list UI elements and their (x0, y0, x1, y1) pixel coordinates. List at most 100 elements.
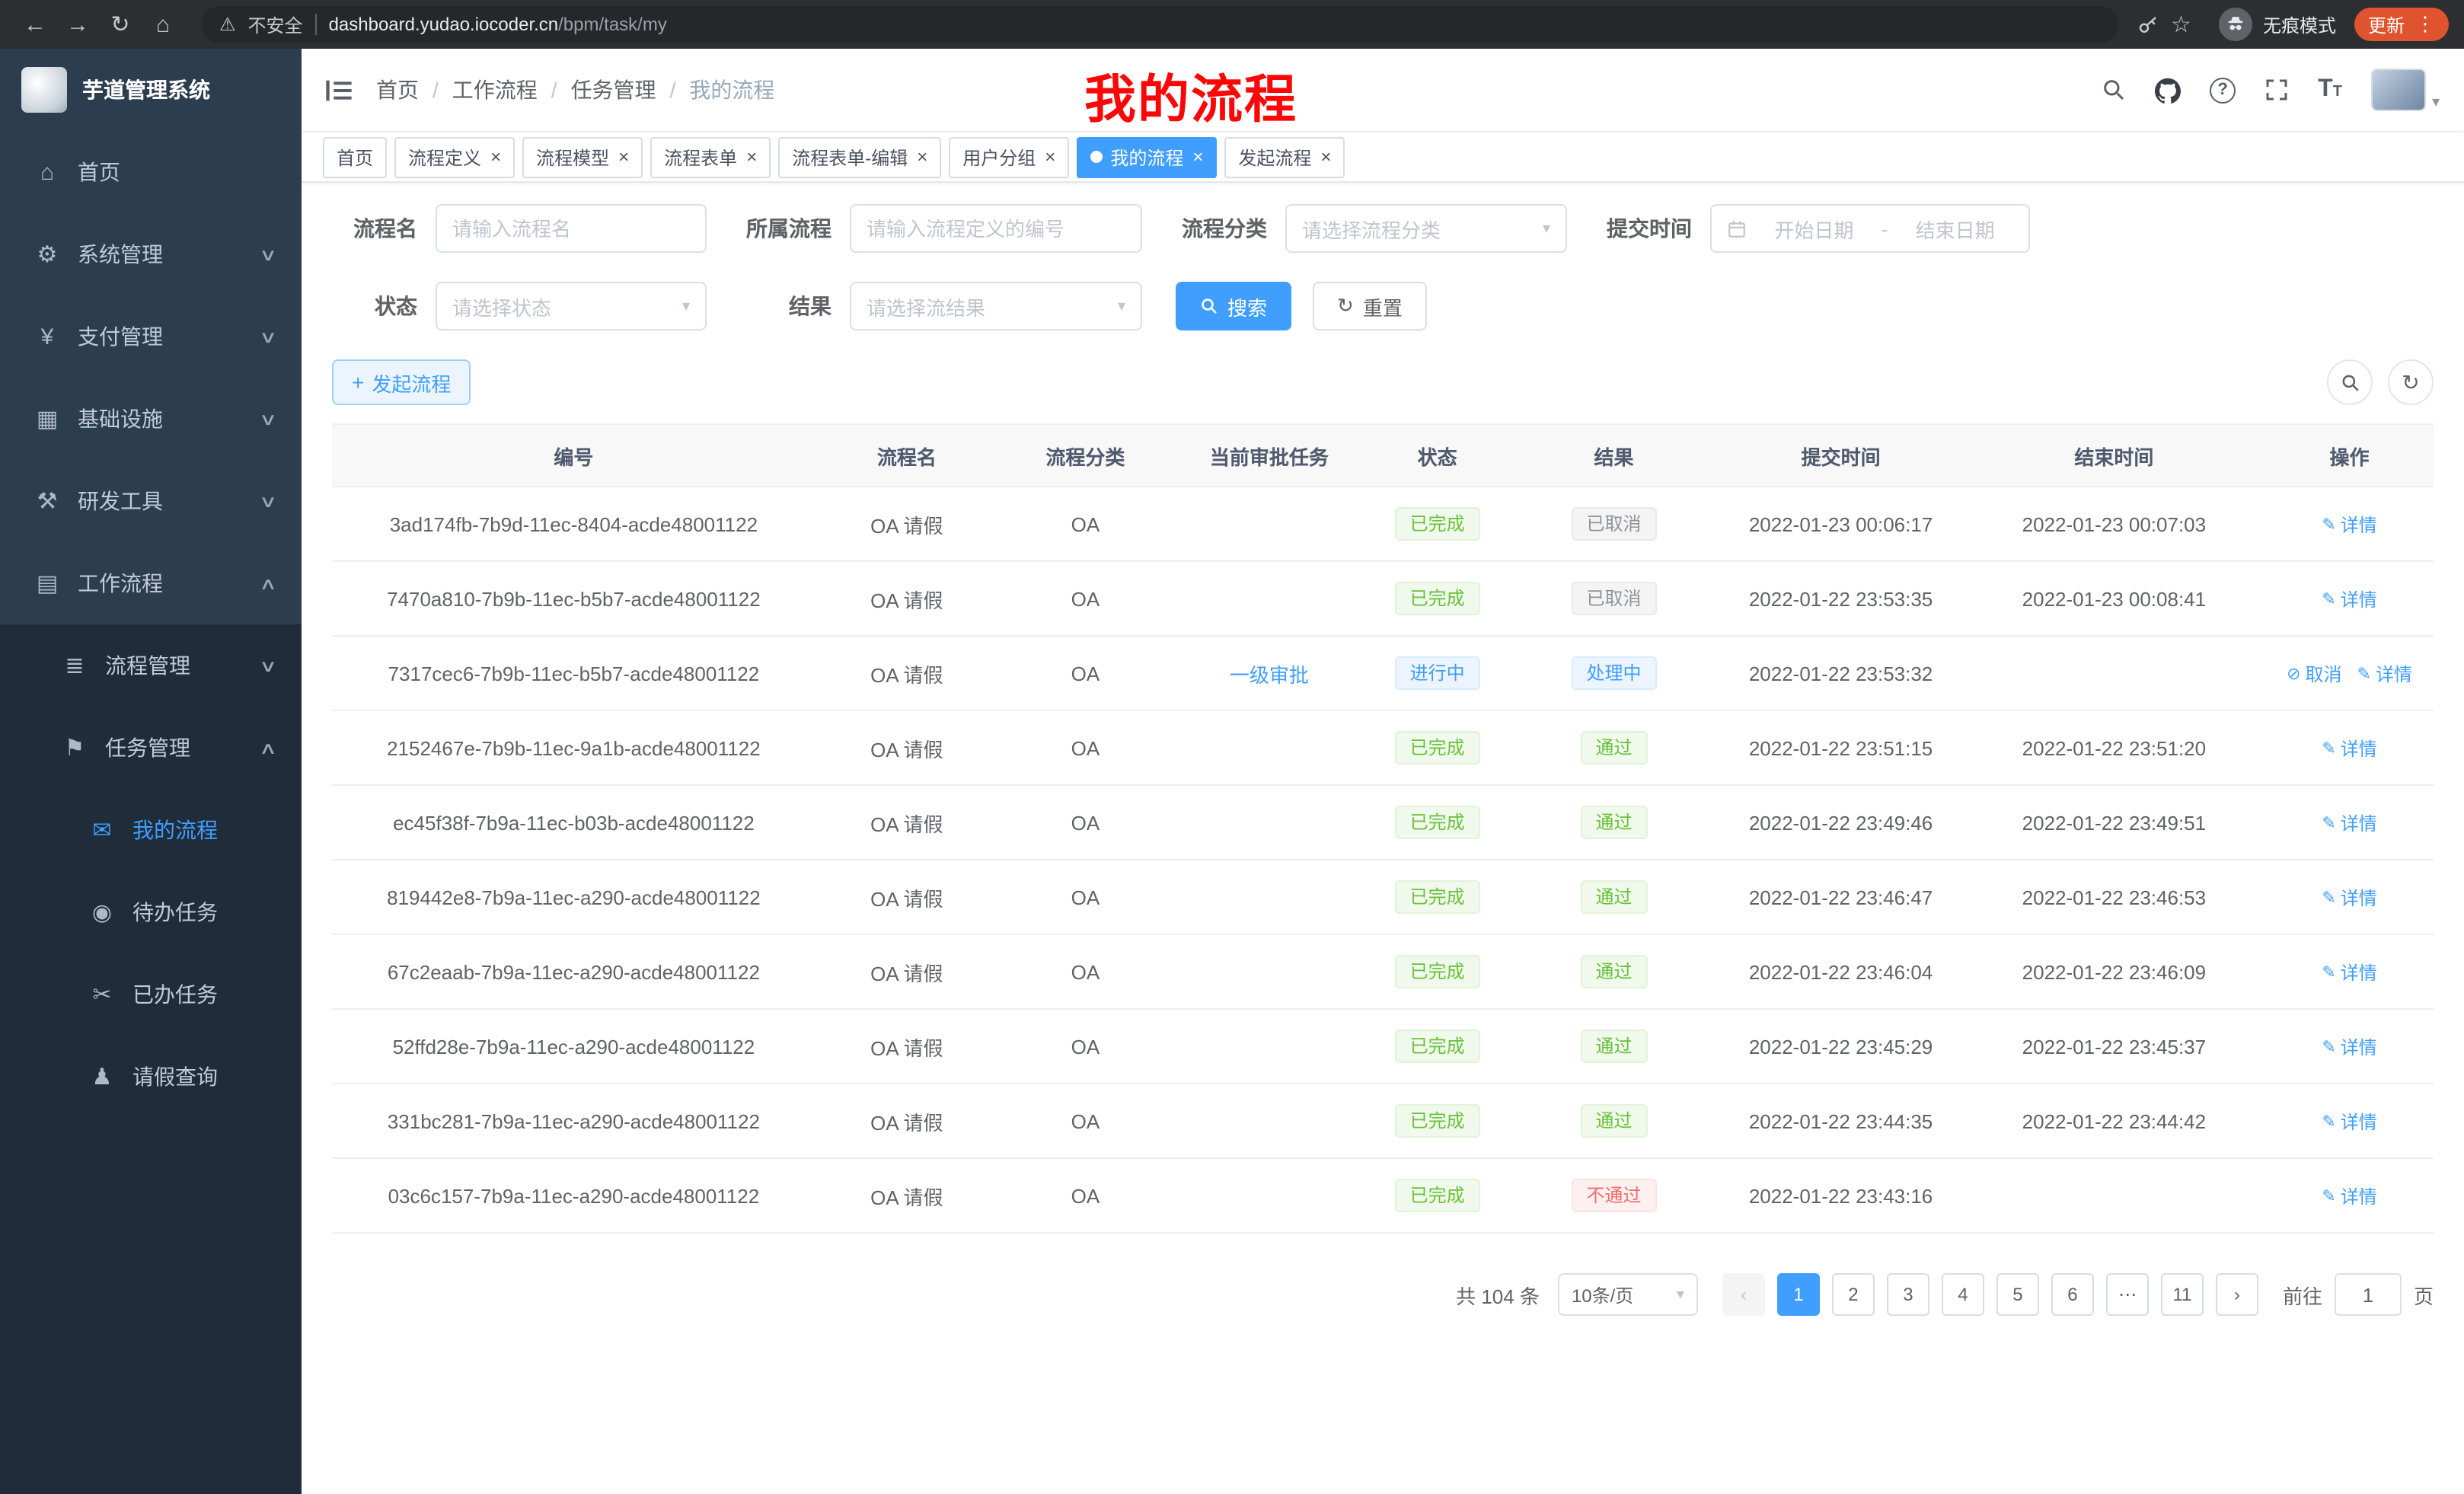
result-badge: 处理中 (1571, 656, 1656, 690)
reset-button[interactable]: ↻ 重置 (1313, 282, 1427, 330)
detail-button[interactable]: ✎详情 (2322, 1183, 2376, 1208)
browser-toolbar: ← → ↻ ⌂ ⚠ 不安全 dashboard.yudao.iocoder.cn… (0, 0, 2464, 49)
tab-process-model[interactable]: 流程模型× (522, 136, 643, 177)
password-key-icon[interactable] (2136, 13, 2159, 36)
detail-button[interactable]: ✎详情 (2322, 1033, 2376, 1059)
detail-button[interactable]: ✎详情 (2322, 809, 2376, 835)
prev-page-button[interactable]: ‹ (1722, 1273, 1765, 1316)
breadcrumb-item-home[interactable]: 首页 (376, 75, 419, 105)
cell-process-name: OA 请假 (815, 786, 998, 860)
tab-my-process[interactable]: 我的流程× (1077, 136, 1217, 177)
next-page-button[interactable]: › (2216, 1273, 2258, 1316)
parent-process-input[interactable] (850, 204, 1142, 253)
close-icon[interactable]: × (1192, 148, 1203, 166)
close-icon[interactable]: × (917, 148, 927, 166)
detail-button[interactable]: ✎详情 (2322, 959, 2376, 985)
result-badge: 通过 (1580, 1104, 1647, 1138)
detail-button[interactable]: ✎详情 (2322, 735, 2376, 761)
page-size-select[interactable]: 10条/页 ▾ (1558, 1273, 1698, 1316)
page-button-2[interactable]: 2 (1832, 1273, 1875, 1316)
sidebar-item-task-management[interactable]: ⚑任务管理∧ (0, 707, 302, 789)
close-icon[interactable]: × (1045, 148, 1055, 166)
date-range-picker[interactable]: 开始日期 - 结束日期 (1710, 204, 2030, 253)
reload-icon[interactable]: ↻ (101, 5, 140, 44)
tab-process-definition[interactable]: 流程定义× (394, 136, 515, 177)
sidebar-item-dev-tools[interactable]: ⚒研发工具∨ (0, 460, 302, 542)
page-button-1[interactable]: 1 (1777, 1273, 1820, 1316)
detail-button[interactable]: ✎详情 (2322, 884, 2376, 910)
sidebar-item-done-task[interactable]: ✂已办任务 (0, 953, 302, 1036)
process-name-input[interactable] (436, 204, 707, 253)
filter-parent-process: 所属流程 (740, 204, 1142, 253)
cell-result: 已取消 (1509, 562, 1719, 637)
back-icon[interactable]: ← (15, 5, 55, 44)
cell-result: 通过 (1509, 1010, 1719, 1084)
avatar[interactable] (2371, 69, 2426, 111)
status-select[interactable]: 请选择状态 ▾ (436, 282, 707, 330)
tab-user-group[interactable]: 用户分组× (949, 136, 1069, 177)
search-toggle-button[interactable] (2327, 359, 2373, 405)
address-bar[interactable]: ⚠ 不安全 dashboard.yudao.iocoder.cn/bpm/tas… (201, 6, 2118, 43)
sidebar-item-todo-task[interactable]: ◉待办任务 (0, 871, 302, 953)
browser-home-icon[interactable]: ⌂ (143, 5, 183, 44)
sidebar-item-workflow[interactable]: ▤工作流程∧ (0, 542, 302, 624)
sidebar-item-my-process[interactable]: ✉我的流程 (0, 789, 302, 871)
page-button-4[interactable]: 4 (1942, 1273, 1984, 1316)
tab-start-process[interactable]: 发起流程× (1224, 136, 1345, 177)
tab-home[interactable]: 首页 (323, 136, 387, 177)
page-button-6[interactable]: 6 (2051, 1273, 2094, 1316)
breadcrumb-separator: / (551, 78, 557, 102)
column-header: 提交时间 (1719, 425, 1963, 487)
page-button-3[interactable]: 3 (1887, 1273, 1929, 1316)
detail-button[interactable]: ✎详情 (2322, 586, 2376, 611)
search-button[interactable]: 搜索 (1176, 282, 1291, 330)
breadcrumb-item-workflow[interactable]: 工作流程 (452, 75, 538, 105)
chevron-down-icon: ▾ (1118, 298, 1125, 314)
category-select[interactable]: 请选择流程分类 ▾ (1285, 204, 1567, 253)
sidebar-item-home[interactable]: ⌂首页 (0, 131, 302, 213)
browser-menu-icon[interactable]: ⋮ (2415, 12, 2435, 37)
close-icon[interactable]: × (1320, 148, 1331, 166)
help-icon[interactable]: ? (2210, 77, 2236, 103)
update-button[interactable]: 更新 ⋮ (2354, 8, 2449, 41)
github-icon[interactable] (2155, 77, 2181, 103)
action-label: 详情 (2341, 959, 2377, 985)
cancel-button[interactable]: ⊘取消 (2287, 660, 2341, 686)
column-header: 结果 (1509, 425, 1719, 487)
font-size-icon[interactable]: TT (2318, 78, 2342, 102)
tab-process-form[interactable]: 流程表单× (650, 136, 771, 177)
detail-button[interactable]: ✎详情 (2357, 660, 2412, 686)
sidebar-toggle-icon[interactable] (326, 78, 352, 101)
user-menu[interactable]: ▾ (2371, 69, 2440, 111)
result-select[interactable]: 请选择流结果 ▾ (850, 282, 1142, 330)
detail-button[interactable]: ✎详情 (2322, 511, 2376, 537)
sidebar-item-process-management[interactable]: ≣流程管理∨ (0, 624, 302, 707)
page-button-5[interactable]: 5 (1996, 1273, 2039, 1316)
sidebar-item-payment-management[interactable]: ¥支付管理∨ (0, 295, 302, 378)
close-icon[interactable]: × (490, 148, 501, 166)
forward-icon[interactable]: → (58, 5, 97, 44)
fullscreen-icon[interactable] (2265, 78, 2289, 102)
sidebar-item-system-management[interactable]: ⚙系统管理∨ (0, 213, 302, 295)
sidebar-item-infrastructure[interactable]: ▦基础设施∨ (0, 378, 302, 460)
sidebar-logo-row[interactable]: 芋道管理系统 (0, 49, 302, 131)
detail-button[interactable]: ✎详情 (2322, 1108, 2376, 1134)
close-icon[interactable]: × (618, 148, 629, 166)
more-pages-button[interactable]: ⋯ (2106, 1273, 2149, 1316)
status-badge: 已完成 (1395, 880, 1480, 914)
cell-end-time: 2022-01-22 23:51:20 (1963, 711, 2265, 786)
page-button-11[interactable]: 11 (2161, 1273, 2204, 1316)
search-icon[interactable] (2102, 78, 2126, 102)
close-icon[interactable]: × (746, 148, 757, 166)
start-process-button[interactable]: + 发起流程 (332, 359, 471, 405)
refresh-table-button[interactable]: ↻ (2388, 359, 2434, 405)
cell-status: 已完成 (1366, 1159, 1509, 1234)
sidebar-item-leave-query[interactable]: ♟请假查询 (0, 1036, 302, 1118)
cell-actions: ✎详情 (2265, 711, 2434, 786)
bookmark-star-icon[interactable]: ☆ (2171, 11, 2191, 38)
current-task-link[interactable]: 一级审批 (1230, 663, 1309, 686)
breadcrumb-item-task-management[interactable]: 任务管理 (571, 75, 656, 105)
tab-process-form-edit[interactable]: 流程表单-编辑× (778, 136, 941, 177)
column-header: 操作 (2265, 425, 2434, 487)
goto-page-input[interactable] (2335, 1273, 2402, 1316)
